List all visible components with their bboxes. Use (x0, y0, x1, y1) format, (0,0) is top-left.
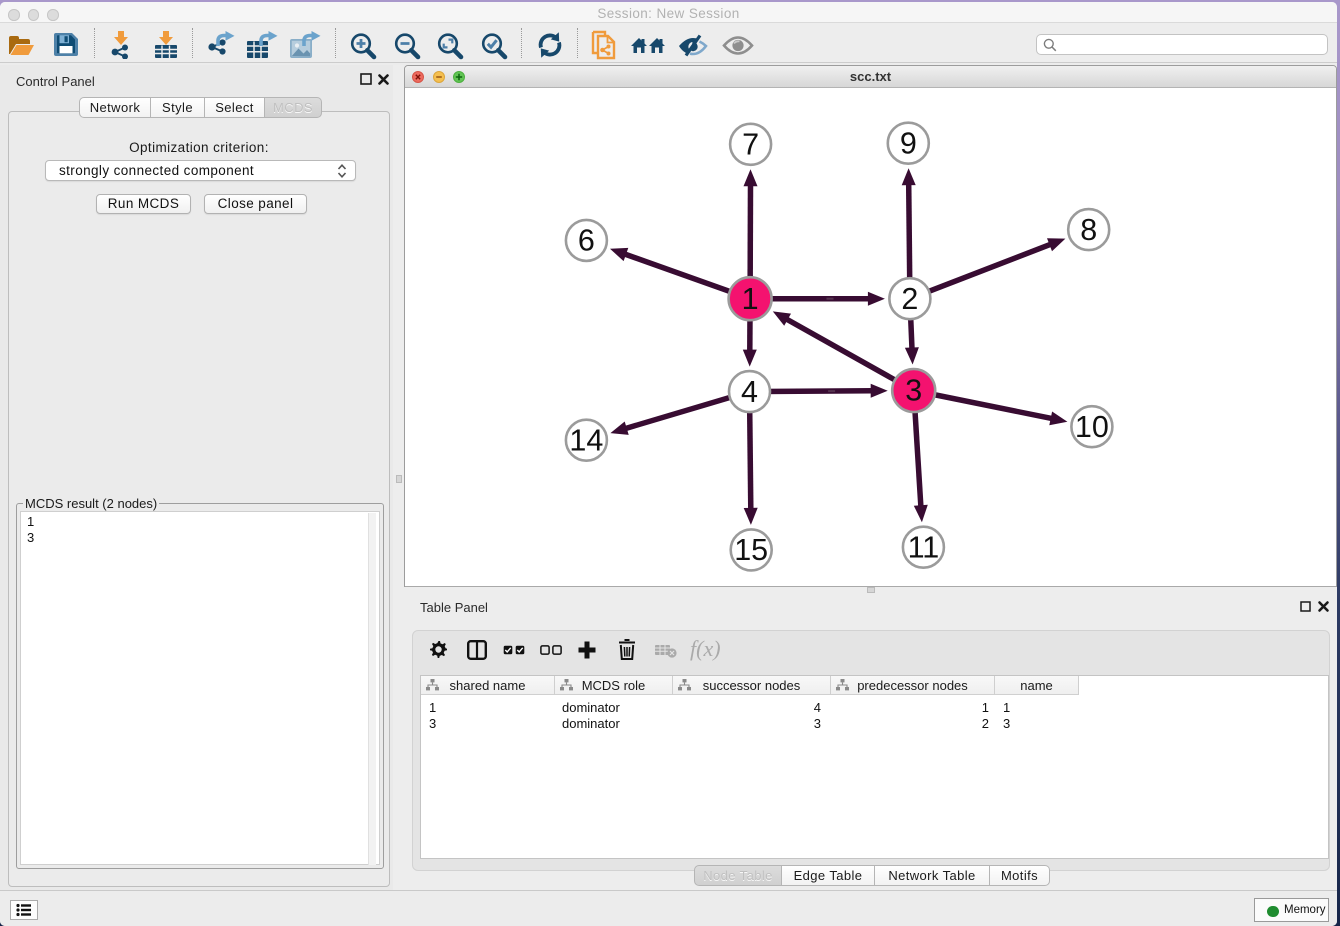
svg-text:15: 15 (734, 533, 768, 567)
svg-text:2: 2 (901, 282, 918, 316)
svg-text:14: 14 (569, 423, 603, 457)
svg-text:1: 1 (742, 282, 759, 316)
svg-text:11: 11 (908, 530, 940, 564)
svg-text:6: 6 (578, 224, 595, 258)
svg-text:3: 3 (905, 374, 922, 408)
svg-text:8: 8 (1080, 213, 1097, 247)
svg-text:10: 10 (1075, 410, 1109, 444)
svg-text:4: 4 (741, 375, 758, 409)
svg-text:9: 9 (900, 126, 917, 160)
svg-text:7: 7 (742, 128, 759, 162)
